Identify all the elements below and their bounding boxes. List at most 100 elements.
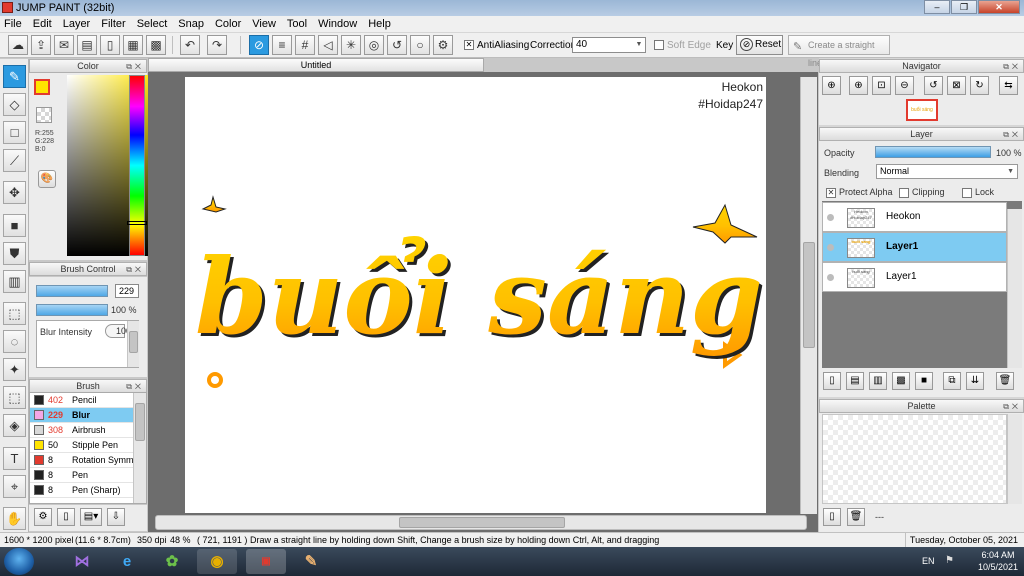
fit-window-icon[interactable]: ⊠	[947, 76, 966, 95]
antialiasing-checkbox[interactable]: ✕	[464, 40, 474, 51]
chrome-icon[interactable]: ◉	[197, 549, 237, 574]
eraser-tool-icon[interactable]: ◇	[3, 93, 26, 116]
blending-select[interactable]: Normal ▼	[876, 164, 1018, 179]
menu-view[interactable]: View	[252, 18, 276, 30]
new-raster-layer-icon[interactable]: ▤	[846, 372, 864, 390]
select-pen-tool-icon[interactable]: ⬚	[3, 386, 26, 409]
magic-wand-tool-icon[interactable]: ✦	[3, 358, 26, 381]
canvas-horizontal-scrollbar[interactable]	[155, 515, 807, 530]
straight-line-button[interactable]: ✎ Create a straight line	[788, 35, 890, 68]
clipping-checkbox[interactable]	[899, 187, 909, 198]
brush-settings-icon[interactable]: ⚙	[34, 508, 52, 526]
comment-icon[interactable]: ✉	[54, 35, 74, 55]
new-palette-icon[interactable]: ▯	[823, 508, 841, 526]
lock-option[interactable]: Lock	[962, 187, 994, 198]
brush-item[interactable]: 402 Pencil	[30, 393, 146, 408]
protect-alpha-option[interactable]: ✕ Protect Alpha	[826, 187, 893, 198]
palette-icon[interactable]: 🎨	[38, 170, 56, 188]
select-rect-tool-icon[interactable]: ⬚	[3, 302, 26, 325]
brush-item[interactable]: 229 Blur	[30, 408, 146, 423]
visual-studio-icon[interactable]: ⋈	[62, 549, 102, 574]
document-tab[interactable]: Untitled	[148, 58, 484, 72]
hue-slider[interactable]	[129, 75, 145, 256]
snap-circle-icon[interactable]: ◎	[364, 35, 384, 55]
brush-size-field[interactable]: 229	[115, 284, 139, 298]
brush-opacity-slider[interactable]	[36, 304, 108, 316]
snap-grid-icon[interactable]: #	[295, 35, 315, 55]
new-text-layer-icon[interactable]: ▥	[869, 372, 887, 390]
palette-scrollbar[interactable]	[1007, 414, 1022, 504]
menu-filter[interactable]: Filter	[101, 18, 125, 30]
fill-rect-tool-icon[interactable]: ■	[3, 214, 26, 237]
delete-palette-icon[interactable]: 🗑	[847, 508, 865, 526]
panel-buttons[interactable]: ⧉✕	[1003, 401, 1021, 413]
soft-edge-checkbox[interactable]	[654, 40, 664, 51]
zoom-out-icon[interactable]: ⊖	[895, 76, 914, 95]
panel-buttons[interactable]: ⧉✕	[126, 61, 144, 73]
paint-icon[interactable]: ✎	[291, 549, 331, 574]
select-eraser-tool-icon[interactable]: ◈	[3, 414, 26, 437]
menu-color[interactable]: Color	[215, 18, 241, 30]
brush-menu-icon[interactable]: ▤▾	[80, 508, 102, 526]
close-button[interactable]: ✕	[978, 0, 1020, 14]
foreground-color-swatch[interactable]	[34, 79, 50, 95]
layout-icon[interactable]: ▦	[123, 35, 143, 55]
scroll-thumb[interactable]	[803, 242, 815, 348]
snap-off-icon[interactable]: ⊘	[249, 35, 269, 55]
start-button[interactable]	[4, 548, 34, 575]
zoom-100-icon[interactable]: ⊡	[872, 76, 891, 95]
new-layer-icon[interactable]: ▯	[823, 372, 841, 390]
layer-row[interactable]: buổi sáng Layer1	[822, 262, 1007, 292]
new-brush-icon[interactable]: ▯	[57, 508, 75, 526]
brush-export-icon[interactable]: ⇩	[107, 508, 125, 526]
scroll-thumb[interactable]	[135, 403, 145, 441]
layer-list-scrollbar[interactable]	[1007, 209, 1022, 368]
rect-tool-icon[interactable]: □	[3, 121, 26, 144]
rotate-left-icon[interactable]: ↺	[924, 76, 943, 95]
lasso-tool-icon[interactable]: ◌	[3, 330, 26, 353]
ie-icon[interactable]: e	[107, 549, 147, 574]
menu-snap[interactable]: Snap	[178, 18, 204, 30]
navigator-thumbnail[interactable]: buổi sáng	[906, 99, 938, 121]
layer-row[interactable]: buổi sáng Layer1	[822, 232, 1007, 262]
redo-icon[interactable]: ↷	[207, 35, 227, 55]
blur-intensity-dial[interactable]: 100	[105, 324, 131, 338]
minimize-button[interactable]: –	[924, 0, 950, 14]
menu-file[interactable]: File	[4, 18, 22, 30]
clock[interactable]: 6:04 AM 10/5/2021	[978, 549, 1018, 573]
panel-buttons[interactable]: ⧉✕	[1003, 129, 1021, 141]
flip-horizontal-icon[interactable]: ⇆	[999, 76, 1018, 95]
undo-icon[interactable]: ↶	[180, 35, 200, 55]
visibility-icon[interactable]	[827, 214, 834, 221]
brush-item[interactable]: 308 Airbrush	[30, 423, 146, 438]
lock-checkbox[interactable]	[962, 187, 972, 198]
duplicate-layer-icon[interactable]: ⧉	[943, 372, 961, 390]
menu-window[interactable]: Window	[318, 18, 357, 30]
layer-row[interactable]: Heokon #Hoidap247 Heokon	[822, 202, 1007, 232]
palette-menu[interactable]: ---	[875, 512, 884, 522]
cloud-icon[interactable]: ☁	[8, 35, 28, 55]
antialiasing-option[interactable]: ✕ AntiAliasing	[464, 40, 529, 51]
menu-tool[interactable]: Tool	[287, 18, 307, 30]
bucket-tool-icon[interactable]: ⛊	[3, 242, 26, 265]
gradient-tool-icon[interactable]: ▥	[3, 270, 26, 293]
grid-edit-icon[interactable]: ▩	[146, 35, 166, 55]
menu-layer[interactable]: Layer	[63, 18, 91, 30]
document-canvas[interactable]: buổi sáng buổi sáng Heokon #Hoidap247	[185, 77, 766, 513]
menu-edit[interactable]: Edit	[33, 18, 52, 30]
snap-ellipse-icon[interactable]: ○	[410, 35, 430, 55]
snap-curve-icon[interactable]: ↺	[387, 35, 407, 55]
scroll-thumb[interactable]	[399, 517, 565, 528]
delete-layer-icon[interactable]: 🗑	[996, 372, 1014, 390]
visibility-icon[interactable]	[827, 244, 834, 251]
brush-item[interactable]: 50 Stipple Pen	[30, 438, 146, 453]
eyedropper-tool-icon[interactable]: ⌖	[3, 475, 26, 498]
brush-options-scrollbar[interactable]	[127, 321, 139, 367]
rotate-right-icon[interactable]: ↻	[970, 76, 989, 95]
menu-select[interactable]: Select	[137, 18, 168, 30]
visibility-icon[interactable]	[827, 274, 834, 281]
canvas-vertical-scrollbar[interactable]	[800, 77, 817, 514]
line-tool-icon[interactable]: ⟋	[3, 149, 26, 172]
protect-alpha-checkbox[interactable]: ✕	[826, 187, 836, 198]
zoom-in-icon[interactable]: ⊕	[849, 76, 868, 95]
